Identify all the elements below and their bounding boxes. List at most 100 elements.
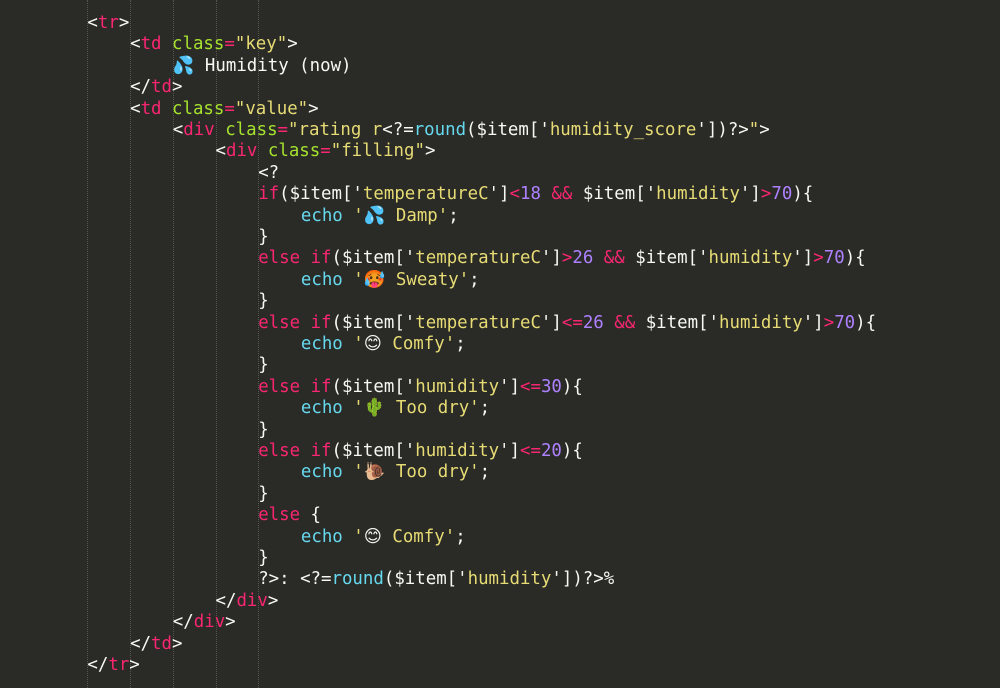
code-token: td bbox=[140, 34, 162, 55]
code-line[interactable]: </td> bbox=[130, 77, 182, 98]
code-token: humidity_score bbox=[549, 120, 697, 140]
code-token: " bbox=[748, 120, 760, 140]
code-line[interactable]: } bbox=[258, 227, 268, 248]
code-editor[interactable]: <tr> <td class="key"> 💦 Humidity (now) </td… bbox=[0, 0, 1000, 688]
code-line[interactable]: </div> bbox=[216, 591, 279, 612]
code-token: > bbox=[823, 312, 835, 333]
code-line[interactable]: } bbox=[258, 355, 268, 376]
code-token: } bbox=[258, 419, 269, 440]
code-token: Humidity (now) bbox=[194, 55, 352, 76]
code-token: ' bbox=[353, 462, 364, 483]
code-token: round bbox=[413, 120, 467, 140]
code-token: 26 bbox=[582, 312, 604, 333]
code-line[interactable]: </td> bbox=[130, 634, 182, 655]
code-token: humidity bbox=[708, 248, 793, 269]
code-line[interactable]: else { bbox=[258, 505, 321, 526]
emoji-icon: 🐌 bbox=[363, 462, 386, 483]
code-token: = bbox=[277, 120, 289, 140]
code-token: <= bbox=[520, 441, 541, 461]
code-line[interactable]: if($item['temperatureC']<18 && $item['hu… bbox=[258, 184, 813, 205]
code-line[interactable]: <td class="value"> bbox=[130, 99, 319, 120]
code-line[interactable]: } bbox=[258, 420, 268, 441]
code-token: Sweaty' bbox=[385, 269, 470, 290]
code-line[interactable]: ?>: <?=round($item['humidity'])?>% bbox=[258, 569, 614, 590]
code-token: ($item[' bbox=[331, 312, 416, 333]
code-token: $item[' bbox=[582, 184, 657, 205]
code-line[interactable]: <? bbox=[258, 163, 279, 184]
code-token: "key" bbox=[234, 34, 288, 55]
code-line[interactable]: 💦 Humidity (now) bbox=[173, 56, 352, 77]
emoji-icon: 💦 bbox=[363, 205, 386, 226]
code-token: ' bbox=[353, 269, 364, 290]
code-token: else bbox=[258, 376, 301, 397]
code-line[interactable]: } bbox=[258, 484, 268, 505]
code-line[interactable]: else if($item['temperatureC']>26 && $ite… bbox=[258, 248, 865, 269]
code-line[interactable]: echo '🥵 Sweaty'; bbox=[301, 270, 480, 291]
code-token: <? bbox=[258, 162, 280, 183]
code-line[interactable]: echo '💦 Damp'; bbox=[301, 206, 459, 227]
code-token: ){ bbox=[561, 441, 583, 461]
code-token: <?= bbox=[382, 120, 414, 140]
emoji-icon: 😊 bbox=[363, 526, 382, 547]
code-token: } bbox=[258, 291, 269, 312]
code-line[interactable]: } bbox=[258, 291, 268, 312]
code-token: > bbox=[424, 141, 436, 162]
code-token: ){ bbox=[855, 312, 877, 333]
code-token: '] bbox=[540, 312, 562, 333]
code-line[interactable]: echo '😊 Comfy'; bbox=[301, 527, 466, 548]
code-token: tr bbox=[108, 655, 130, 675]
code-token: ){ bbox=[561, 376, 583, 397]
code-line[interactable]: <td class="key"> bbox=[130, 34, 298, 55]
code-token: </ bbox=[130, 633, 152, 654]
code-line[interactable]: <div class="rating r<?=round($item['humi… bbox=[173, 120, 770, 141]
code-line[interactable]: <tr> bbox=[87, 13, 129, 34]
code-token: '] bbox=[499, 376, 520, 397]
code-line[interactable]: else if($item['humidity']<=30){ bbox=[258, 377, 583, 398]
code-token: ($item[' bbox=[331, 441, 416, 461]
code-token: td bbox=[151, 633, 172, 654]
code-token: < bbox=[172, 120, 184, 140]
code-line[interactable]: echo '🌵 Too dry'; bbox=[301, 398, 490, 419]
code-token: if bbox=[258, 184, 280, 205]
code-token: echo bbox=[300, 526, 343, 547]
code-token: ($item[' bbox=[331, 376, 416, 397]
code-token: tr bbox=[97, 13, 119, 33]
code-token: 20 bbox=[540, 441, 562, 461]
code-token: div bbox=[236, 590, 268, 611]
code-line[interactable]: } bbox=[258, 548, 268, 569]
code-token: Comfy' bbox=[381, 334, 456, 354]
code-token: > bbox=[308, 98, 319, 119]
code-token: '])?> bbox=[696, 120, 749, 140]
code-token: ($item[' bbox=[466, 120, 550, 140]
code-token: < bbox=[130, 98, 141, 119]
code-line[interactable]: </div> bbox=[173, 612, 236, 633]
code-token: Damp' bbox=[385, 205, 449, 226]
emoji-icon: 🥵 bbox=[363, 269, 386, 290]
code-line[interactable]: </tr> bbox=[87, 655, 139, 676]
code-line[interactable]: else if($item['temperatureC']<=26 && $it… bbox=[258, 313, 876, 334]
code-token: '] bbox=[739, 184, 761, 205]
emoji-icon: 🌵 bbox=[363, 398, 386, 419]
code-line[interactable]: <div class="filling"> bbox=[216, 141, 436, 162]
code-token: td bbox=[140, 98, 162, 119]
code-token: class bbox=[172, 98, 225, 119]
code-line[interactable]: else if($item['humidity']<=20){ bbox=[258, 441, 583, 462]
code-token: "rating r bbox=[288, 120, 383, 140]
code-token: humidity bbox=[467, 569, 552, 590]
code-token: > bbox=[267, 590, 279, 611]
code-token: </ bbox=[172, 612, 194, 633]
code-token: ; bbox=[479, 398, 491, 419]
code-line[interactable]: echo '😊 Comfy'; bbox=[301, 334, 466, 355]
code-line[interactable]: echo '🐌 Too dry'; bbox=[301, 462, 490, 483]
code-token: ($item[' bbox=[383, 569, 468, 590]
code-token: "value" bbox=[234, 98, 309, 119]
code-token: humidity bbox=[656, 184, 740, 205]
